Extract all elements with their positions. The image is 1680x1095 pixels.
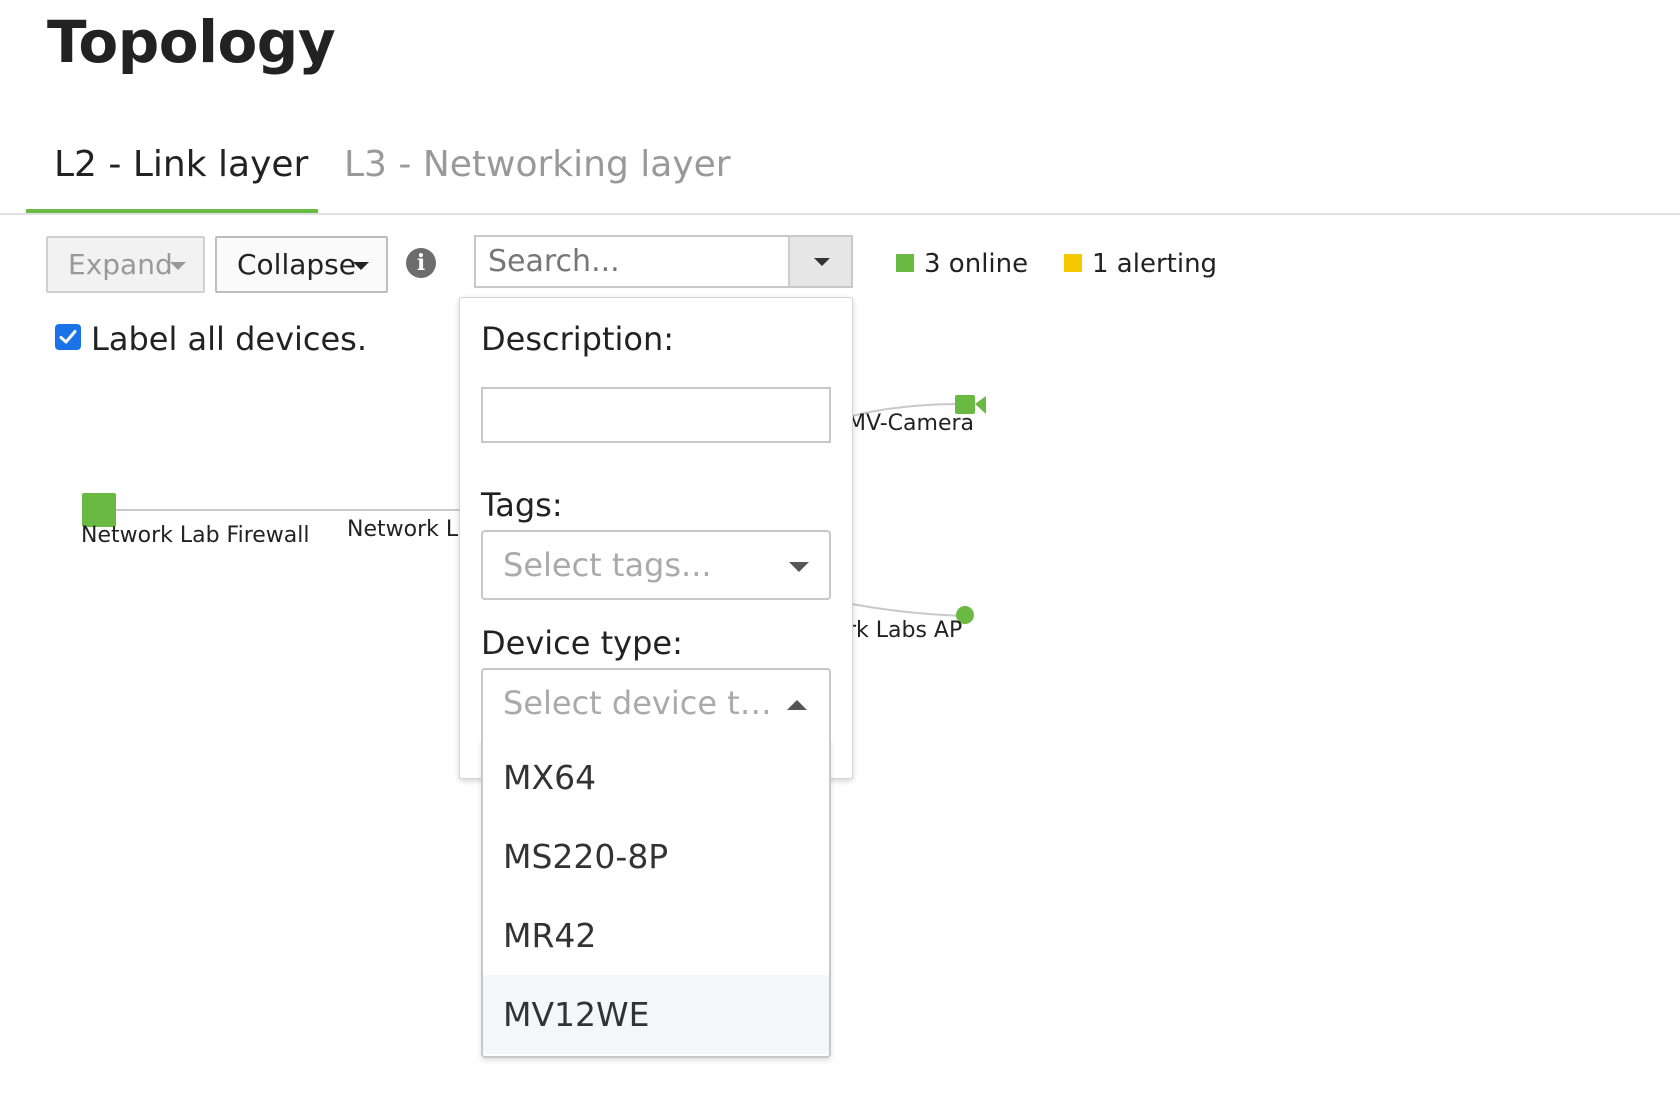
switch-node-label: Network L xyxy=(347,517,459,542)
tags-select-placeholder: Select tags... xyxy=(503,546,712,584)
firewall-node-label: Network Lab Firewall xyxy=(81,523,310,548)
link-switch-ap xyxy=(851,603,966,617)
online-count-badge: 3 online xyxy=(896,250,1028,278)
chevron-down-icon xyxy=(814,258,830,266)
firewall-node-icon[interactable] xyxy=(82,493,116,527)
device-type-select[interactable]: Select device typ... xyxy=(481,668,831,740)
page-title: Topology xyxy=(47,8,336,76)
chevron-down-icon xyxy=(353,262,369,270)
search-input[interactable] xyxy=(476,237,790,286)
collapse-button[interactable]: Collapse xyxy=(215,236,388,293)
device-type-option-ms220-8p[interactable]: MS220-8P xyxy=(483,817,829,896)
device-type-select-placeholder: Select device typ... xyxy=(503,684,789,722)
search-combobox[interactable] xyxy=(474,235,853,288)
alerting-count-badge: 1 alerting xyxy=(1064,250,1217,278)
device-type-option-mx64[interactable]: MX64 xyxy=(483,738,829,817)
chevron-down-icon xyxy=(170,262,186,270)
device-type-option-mr42[interactable]: MR42 xyxy=(483,896,829,975)
expand-button[interactable]: Expand xyxy=(46,236,205,293)
device-type-option-mv12we[interactable]: MV12WE xyxy=(483,975,829,1054)
device-type-label: Device type: xyxy=(481,624,683,662)
camera-lens-icon xyxy=(975,396,986,414)
info-icon[interactable]: i xyxy=(406,248,436,278)
chevron-down-icon xyxy=(789,562,809,572)
chevron-up-icon xyxy=(787,700,807,710)
search-filter-toggle[interactable] xyxy=(788,237,851,286)
label-all-devices-label: Label all devices. xyxy=(91,320,368,358)
description-input[interactable] xyxy=(481,387,831,443)
tab-l2-link-layer[interactable]: L2 - Link layer xyxy=(26,130,318,214)
alerting-count-text: 1 alerting xyxy=(1092,249,1218,279)
access-point-node-label: rk Labs AP xyxy=(847,618,963,643)
online-count-text: 3 online xyxy=(924,249,1029,279)
tab-l3-networking-layer[interactable]: L3 - Networking layer xyxy=(344,130,731,214)
collapse-button-label: Collapse xyxy=(237,248,356,281)
camera-node-label: MV-Camera xyxy=(847,411,975,436)
alerting-status-swatch xyxy=(1064,253,1082,272)
tabs-divider xyxy=(0,213,1680,215)
online-status-swatch xyxy=(896,253,914,272)
description-label: Description: xyxy=(481,320,675,358)
tags-label: Tags: xyxy=(481,486,563,524)
tags-select[interactable]: Select tags... xyxy=(481,530,831,600)
label-all-devices-checkbox[interactable] xyxy=(55,324,81,350)
expand-button-label: Expand xyxy=(68,248,173,281)
device-type-options-list: MX64 MS220-8P MR42 MV12WE xyxy=(481,738,831,1058)
